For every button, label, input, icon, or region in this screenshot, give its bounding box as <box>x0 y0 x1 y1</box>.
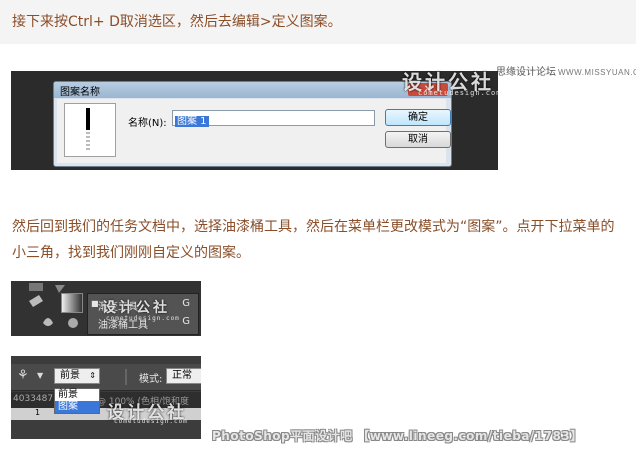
dodge-icon <box>68 318 78 328</box>
fill-source-value: 前景 <box>60 370 80 381</box>
dialog-body: 名称(N): 图案 1 确定 取消 <box>57 99 451 163</box>
site-watermark-cn: 思缘设计论坛 <box>496 67 556 78</box>
logo-watermark: 设计公社 <box>102 300 170 316</box>
pattern-preview-transparency <box>86 132 90 152</box>
blur-drop-icon <box>43 318 53 326</box>
ok-button[interactable]: 确定 <box>385 109 451 126</box>
cancel-button[interactable]: 取消 <box>385 131 451 148</box>
ruler-mark: 1 <box>35 408 41 417</box>
mode-value: 正常 <box>172 370 192 381</box>
site-watermark-url: WWW.MISSYUAN.COM <box>558 68 636 77</box>
options-bar: ⚘ ▼ 前景 ⇕ 模式: 正常 <box>11 364 201 391</box>
logo-watermark-url: cometudesign.com <box>114 418 188 425</box>
fill-source-dropdown: 前景 图案 <box>54 388 100 414</box>
site-watermark: 思缘设计论坛WWW.MISSYUAN.COM <box>496 63 636 78</box>
pattern-preview <box>64 103 116 157</box>
step1-text: 接下来按Ctrl+ D取消选区，然后去编辑>定义图案。 <box>12 14 342 30</box>
chevron-down-icon[interactable]: ▼ <box>37 371 43 380</box>
logo-watermark-url: cometudesign.com <box>106 315 180 322</box>
flyout-shortcut: G <box>182 298 190 309</box>
pattern-name-dialog: 图案名称 ✕ 名称(N): 图案 1 确定 取消 <box>53 81 452 167</box>
updown-arrow-icon: ⇕ <box>89 371 96 380</box>
pattern-preview-bar <box>86 108 90 130</box>
logo-watermark-url: cometudesign.com <box>418 89 502 97</box>
dialog-titlebar[interactable]: 图案名称 ✕ <box>54 82 451 98</box>
pattern-name-value: 图案 1 <box>175 116 209 127</box>
dialog-title: 图案名称 <box>60 87 100 98</box>
mode-label: 模式: <box>139 374 163 385</box>
paint-bucket-icon[interactable]: ⚘ <box>17 368 29 383</box>
flyout-shortcut: G <box>182 316 190 327</box>
mode-select[interactable]: 正常 <box>166 368 201 384</box>
step2-text: 然后回到我们的任务文档中，选择油漆桶工具，然后在菜单栏更改模式为“图案”。点开下… <box>12 219 615 261</box>
bottom-watermark: PhotoShop平面设计吧 【www.lineeg.com/tieba/178… <box>212 429 583 443</box>
name-label: 名称(N): <box>128 118 167 129</box>
gradient-tool-icon[interactable] <box>61 293 83 313</box>
history-brush-icon <box>55 285 65 293</box>
divider <box>125 369 127 385</box>
fill-option-foreground[interactable]: 前景 <box>55 389 99 401</box>
document-number: 4033487 <box>13 394 54 404</box>
eraser-icon <box>29 295 43 307</box>
stamp-icon <box>29 283 43 291</box>
pattern-name-input[interactable]: 图案 1 <box>172 110 375 127</box>
fill-source-select[interactable]: 前景 ⇕ <box>54 368 100 384</box>
fill-option-pattern[interactable]: 图案 <box>55 401 99 413</box>
